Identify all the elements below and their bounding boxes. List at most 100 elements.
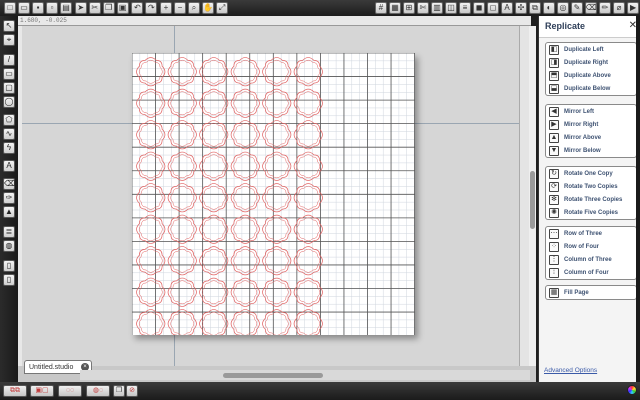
quatrefoil-shape[interactable] bbox=[230, 183, 260, 213]
duplicate-above-option[interactable]: ⬒ Duplicate Above bbox=[546, 69, 636, 82]
cut-icon[interactable]: ✂ bbox=[88, 2, 101, 14]
send-icon[interactable]: ➤ bbox=[74, 2, 87, 14]
quatrefoil-shape[interactable] bbox=[262, 246, 292, 276]
quatrefoil-shape[interactable] bbox=[230, 151, 260, 181]
curve-tool-icon[interactable]: ∿ bbox=[3, 128, 15, 140]
quatrefoil-shape[interactable] bbox=[136, 183, 166, 213]
quatrefoil-inner-shape[interactable] bbox=[296, 185, 321, 210]
quatrefoil-inner-shape[interactable] bbox=[138, 59, 163, 84]
quatrefoil-inner-shape[interactable] bbox=[201, 91, 226, 116]
quatrefoil-shape[interactable] bbox=[262, 120, 292, 150]
rotate-three-copies-option[interactable]: ✻ Rotate Three Copies bbox=[546, 193, 636, 206]
quatrefoil-inner-shape[interactable] bbox=[138, 154, 163, 179]
quatrefoil-inner-shape[interactable] bbox=[233, 59, 258, 84]
quatrefoil-shape[interactable] bbox=[262, 309, 292, 335]
quatrefoil-inner-shape[interactable] bbox=[296, 154, 321, 179]
quatrefoil-shape[interactable] bbox=[293, 277, 323, 307]
fill-color-icon[interactable]: ◼ bbox=[473, 2, 486, 14]
quatrefoil-inner-shape[interactable] bbox=[233, 122, 258, 147]
design-canvas[interactable] bbox=[22, 26, 519, 366]
zoom-in-icon[interactable]: + bbox=[160, 2, 173, 14]
quatrefoil-shape[interactable] bbox=[167, 246, 197, 276]
quatrefoil-inner-shape[interactable] bbox=[138, 185, 163, 210]
quatrefoil-shape[interactable] bbox=[230, 309, 260, 335]
quatrefoil-inner-shape[interactable] bbox=[264, 91, 289, 116]
compound-path-icon[interactable]: ◌◌ bbox=[58, 385, 82, 397]
quatrefoil-inner-shape[interactable] bbox=[264, 217, 289, 242]
line-tool-icon[interactable]: / bbox=[3, 54, 15, 66]
freehand-tool-icon[interactable]: ϟ bbox=[3, 142, 15, 154]
globe-icon[interactable]: ◍ bbox=[3, 240, 15, 252]
send-to-cutter-icon[interactable]: ▶ bbox=[627, 2, 640, 14]
copy-icon[interactable]: ❐ bbox=[102, 2, 115, 14]
quatrefoil-inner-shape[interactable] bbox=[138, 217, 163, 242]
print-icon[interactable]: ▤ bbox=[60, 2, 72, 14]
quatrefoil-inner-shape[interactable] bbox=[201, 185, 226, 210]
quatrefoil-inner-shape[interactable] bbox=[170, 154, 195, 179]
quatrefoil-shape[interactable] bbox=[293, 151, 323, 181]
pan-icon[interactable]: ✋ bbox=[202, 2, 215, 14]
quatrefoil-inner-shape[interactable] bbox=[233, 91, 258, 116]
quatrefoil-shape[interactable] bbox=[136, 57, 166, 87]
mirror-left-option[interactable]: ◀ Mirror Left bbox=[546, 105, 636, 118]
row-of-four-option[interactable]: ⁘ Row of Four bbox=[546, 240, 636, 253]
quatrefoil-shape[interactable] bbox=[167, 88, 197, 118]
trace-icon[interactable]: ✎ bbox=[571, 2, 584, 14]
quatrefoil-inner-shape[interactable] bbox=[201, 122, 226, 147]
text-tool-icon[interactable]: A bbox=[3, 160, 15, 172]
vertical-scroll-thumb[interactable] bbox=[530, 171, 535, 229]
duplicate-below-option[interactable]: ⬓ Duplicate Below bbox=[546, 82, 636, 95]
transform-icon[interactable]: ✣ bbox=[515, 2, 528, 14]
open-icon[interactable]: ▭ bbox=[18, 2, 30, 14]
ellipse-tool-icon[interactable]: ◯ bbox=[3, 96, 15, 108]
quatrefoil-shape[interactable] bbox=[262, 277, 292, 307]
rounded-rect-tool-icon[interactable]: ▢ bbox=[3, 82, 15, 94]
quatrefoil-inner-shape[interactable] bbox=[233, 185, 258, 210]
registration-icon[interactable]: ⊞ bbox=[403, 2, 416, 14]
quatrefoil-shape[interactable] bbox=[167, 277, 197, 307]
quatrefoil-inner-shape[interactable] bbox=[233, 248, 258, 273]
grid-icon[interactable]: # bbox=[375, 2, 388, 14]
quatrefoil-shape[interactable] bbox=[199, 214, 229, 244]
quatrefoil-shape[interactable] bbox=[136, 151, 166, 181]
quatrefoil-shape[interactable] bbox=[199, 309, 229, 335]
quatrefoil-inner-shape[interactable] bbox=[264, 280, 289, 305]
column-of-three-option[interactable]: ⋮ Column of Three bbox=[546, 253, 636, 266]
quatrefoil-shape[interactable] bbox=[136, 309, 166, 335]
modify-icon[interactable]: ◐ bbox=[543, 2, 556, 14]
rotate-one-copy-option[interactable]: ↻ Rotate One Copy bbox=[546, 167, 636, 180]
save-icon[interactable]: ▪ bbox=[32, 2, 44, 14]
paste-icon[interactable]: ▣ bbox=[116, 2, 129, 14]
quatrefoil-inner-shape[interactable] bbox=[233, 280, 258, 305]
delete-icon[interactable]: ⊘ bbox=[126, 385, 138, 397]
quatrefoil-inner-shape[interactable] bbox=[170, 248, 195, 273]
quatrefoil-inner-shape[interactable] bbox=[138, 91, 163, 116]
quatrefoil-inner-shape[interactable] bbox=[170, 311, 195, 335]
quatrefoil-shape[interactable] bbox=[262, 57, 292, 87]
quatrefoil-shape[interactable] bbox=[199, 88, 229, 118]
text-style-icon[interactable]: A bbox=[501, 2, 514, 14]
quatrefoil-inner-shape[interactable] bbox=[201, 59, 226, 84]
column-of-four-option[interactable]: ⁞ Column of Four bbox=[546, 266, 636, 279]
redo-icon[interactable]: ↷ bbox=[145, 2, 158, 14]
cutting-mat[interactable] bbox=[132, 53, 415, 335]
color-wheel-icon[interactable] bbox=[627, 385, 637, 395]
library-icon[interactable]: ▥ bbox=[431, 2, 444, 14]
quatrefoil-inner-shape[interactable] bbox=[170, 217, 195, 242]
sketch-icon[interactable]: ✏ bbox=[599, 2, 612, 14]
duplicate-icon[interactable]: ❐ bbox=[113, 385, 125, 397]
quatrefoil-inner-shape[interactable] bbox=[296, 311, 321, 335]
quatrefoil-shape[interactable] bbox=[199, 151, 229, 181]
ungroup-icon[interactable]: ▣▢ bbox=[30, 385, 54, 397]
quatrefoil-inner-shape[interactable] bbox=[264, 59, 289, 84]
quatrefoil-inner-shape[interactable] bbox=[201, 248, 226, 273]
quatrefoil-inner-shape[interactable] bbox=[170, 185, 195, 210]
quatrefoil-shape[interactable] bbox=[167, 151, 197, 181]
quatrefoil-shape[interactable] bbox=[199, 183, 229, 213]
mirror-below-option[interactable]: ▼ Mirror Below bbox=[546, 144, 636, 157]
mirror-right-option[interactable]: ▶ Mirror Right bbox=[546, 118, 636, 131]
quatrefoil-shape[interactable] bbox=[230, 246, 260, 276]
quatrefoil-inner-shape[interactable] bbox=[201, 217, 226, 242]
zoom-fit-icon[interactable]: ⤢ bbox=[216, 2, 229, 14]
quatrefoil-shape[interactable] bbox=[167, 309, 197, 335]
